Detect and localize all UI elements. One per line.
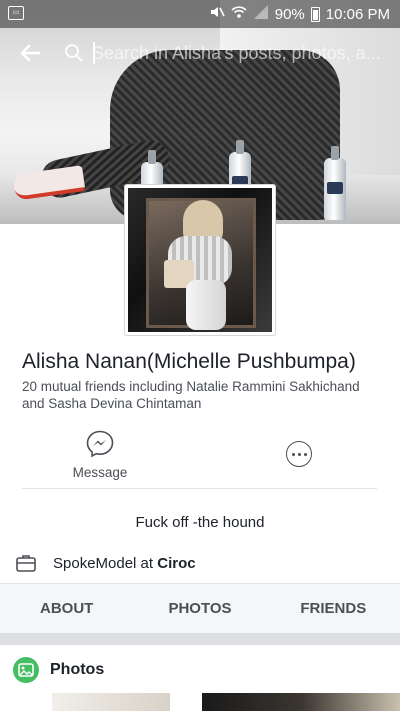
- signal-icon: [253, 4, 269, 24]
- search-icon: [65, 44, 83, 62]
- profile-name: Alisha Nanan(Michelle Pushbumpa): [22, 350, 356, 374]
- arrow-left-icon: [20, 44, 41, 62]
- work-text: SpokeModel at Ciroc: [53, 555, 196, 572]
- work-company[interactable]: Ciroc: [157, 555, 195, 572]
- message-label: Message: [72, 465, 128, 480]
- search-input[interactable]: [92, 42, 396, 64]
- messenger-icon: [86, 430, 114, 458]
- message-button[interactable]: Message: [62, 429, 138, 480]
- battery-percent: 90%: [274, 5, 305, 23]
- status-bar: ▭ 90% 10:06 PM: [0, 0, 400, 28]
- battery-icon: [310, 6, 320, 22]
- top-bar: [0, 28, 400, 78]
- mutual-friends[interactable]: 20 mutual friends including Natalie Ramm…: [22, 378, 382, 412]
- section-divider: [0, 633, 400, 645]
- photos-icon: [13, 657, 39, 683]
- mute-icon: [209, 4, 225, 24]
- more-icon-dot: [303, 452, 307, 456]
- tab-photos[interactable]: PHOTOS: [133, 584, 266, 633]
- tab-friends[interactable]: FRIENDS: [267, 584, 400, 633]
- more-icon: [291, 452, 295, 456]
- work-title: SpokeModel at: [53, 554, 158, 572]
- profile-figure-legs: [186, 280, 226, 330]
- profile-actions: Message: [22, 425, 377, 489]
- profile-name-alternate: (Michelle Pushbumpa): [146, 350, 356, 373]
- profile-photo: [128, 188, 272, 332]
- notification-icon: ▭: [8, 6, 24, 20]
- photo-thumbnail[interactable]: [52, 693, 170, 711]
- profile-bio: Fuck off -the hound: [135, 514, 265, 531]
- profile-picture[interactable]: [125, 185, 275, 335]
- work-info: SpokeModel at Ciroc: [16, 552, 196, 574]
- profile-tabs: ABOUT PHOTOS FRIENDS: [0, 583, 400, 633]
- photo-thumbnail[interactable]: [202, 693, 400, 711]
- photos-strip: [0, 693, 400, 711]
- more-button[interactable]: [286, 441, 312, 467]
- profile-name-primary: Alisha Nanan: [22, 350, 147, 373]
- status-icons: 90% 10:06 PM: [209, 4, 390, 24]
- cover-bottle: [324, 146, 346, 220]
- briefcase-icon: [16, 555, 36, 572]
- back-button[interactable]: [14, 38, 46, 68]
- photos-section-header[interactable]: Photos: [0, 645, 400, 693]
- wifi-icon: [231, 4, 247, 24]
- more-icon-dot: [297, 452, 301, 456]
- tab-about[interactable]: ABOUT: [0, 584, 133, 633]
- search-bar[interactable]: [58, 38, 396, 68]
- photos-section-title: Photos: [50, 661, 105, 678]
- clock: 10:06 PM: [325, 5, 390, 23]
